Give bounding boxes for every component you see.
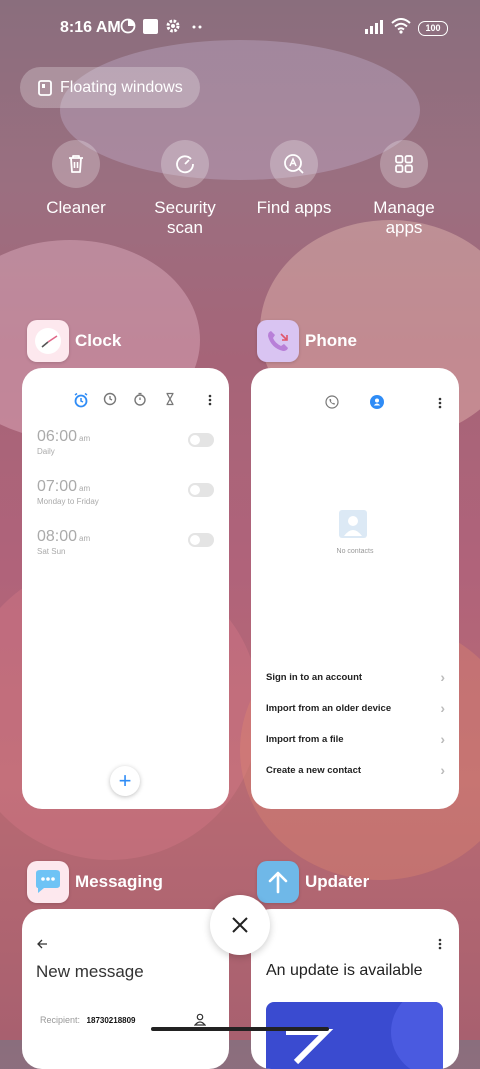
more-dots-icon (191, 20, 203, 38)
alarm-ampm: am (79, 434, 91, 443)
wifi-icon (391, 18, 411, 39)
clock-app-header[interactable]: Clock (27, 320, 121, 362)
status-time: 8:16 AM (60, 19, 121, 36)
alarm-tab-icon[interactable] (73, 392, 89, 413)
alarm-toggle[interactable] (188, 483, 214, 497)
updater-app-header[interactable]: Updater (257, 861, 369, 903)
recipient-value: 18730218809 (86, 1016, 136, 1025)
contacts-tab-icon[interactable] (370, 395, 384, 414)
update-headline: An update is available (266, 962, 423, 979)
manage-apps-button[interactable]: Manage apps (354, 140, 454, 238)
data-saver-icon (120, 18, 136, 39)
floating-windows-button[interactable]: Floating windows (20, 67, 200, 108)
recipient-label: Recipient: (40, 1015, 81, 1025)
alarm-repeat: Monday to Friday (37, 497, 99, 506)
create-contact-option[interactable]: Create a new contact › (266, 762, 445, 785)
security-scan-icon (161, 140, 209, 188)
battery-indicator: 100 (418, 21, 448, 36)
alarm-row[interactable]: 07:00 am Monday to Friday (37, 478, 214, 518)
chevron-right-icon: › (440, 731, 445, 747)
option-label: Import from a file (266, 734, 344, 745)
updater-more-icon[interactable] (437, 937, 443, 956)
find-apps-label: Find apps (256, 198, 332, 217)
find-apps-button[interactable]: Find apps (244, 140, 344, 218)
alarm-row[interactable]: 08:00 am Sat Sun (37, 528, 214, 568)
messaging-app-icon (27, 861, 69, 903)
option-label: Sign in to an account (266, 672, 363, 683)
messaging-app-header[interactable]: Messaging (27, 861, 163, 903)
recipient-field[interactable]: Recipient: 18730218809 (40, 1015, 136, 1025)
sign-in-account-option[interactable]: Sign in to an account › (266, 669, 445, 692)
alarm-toggle[interactable] (188, 533, 214, 547)
update-banner (266, 1002, 443, 1069)
chevron-right-icon: › (440, 700, 445, 716)
grid-icon (380, 140, 428, 188)
alarm-ampm: am (79, 534, 91, 543)
find-apps-icon (270, 140, 318, 188)
clock-app-name: Clock (75, 331, 122, 350)
messaging-app-card[interactable]: New message Recipient: 18730218809 (22, 909, 229, 1069)
phone-app-header[interactable]: Phone (257, 320, 357, 362)
home-gesture-bar[interactable] (151, 1027, 329, 1031)
option-label: Import from an older device (266, 703, 392, 714)
recents-tab-icon[interactable] (325, 395, 339, 414)
phone-app-icon (257, 320, 299, 362)
close-icon (231, 916, 249, 934)
new-message-title: New message (36, 962, 144, 981)
clock-tab-row (22, 392, 229, 412)
updater-app-name: Updater (305, 872, 370, 891)
import-file-option[interactable]: Import from a file › (266, 731, 445, 754)
notification-square-icon (143, 19, 158, 39)
phone-app-name: Phone (305, 331, 357, 350)
timer-tab-icon[interactable] (163, 392, 177, 411)
security-scan-label: Security scan (154, 198, 216, 237)
phone-app-card[interactable]: No contacts Sign in to an account › Impo… (251, 368, 459, 809)
alarm-time: 06:00 (37, 428, 78, 445)
manage-apps-label: Manage apps (373, 198, 435, 237)
trash-icon (52, 140, 100, 188)
settings-gear-icon (165, 18, 181, 39)
empty-contacts-icon (339, 510, 367, 543)
floating-windows-label: Floating windows (60, 78, 183, 96)
alarm-ampm: am (79, 484, 91, 493)
clock-app-card[interactable]: 06:00 am Daily 07:00 am Monday to Friday 0… (22, 368, 229, 809)
cleaner-button[interactable]: Cleaner (26, 140, 126, 218)
chevron-right-icon: › (440, 762, 445, 778)
world-clock-tab-icon[interactable] (103, 392, 117, 411)
messaging-app-name: Messaging (75, 872, 163, 891)
back-arrow-icon[interactable] (36, 937, 48, 955)
import-older-device-option[interactable]: Import from an older device › (266, 700, 445, 723)
add-alarm-button[interactable]: + (110, 766, 140, 796)
clock-more-icon[interactable] (207, 393, 213, 412)
signal-icon (364, 19, 386, 40)
status-bar: 8:16 AM 100 (0, 0, 480, 56)
no-contacts-text: No contacts (336, 548, 374, 555)
security-scan-button[interactable]: Security scan (135, 140, 235, 238)
stopwatch-tab-icon[interactable] (133, 392, 147, 411)
alarm-time: 08:00 (37, 528, 78, 545)
updater-app-icon (257, 861, 299, 903)
alarm-row[interactable]: 06:00 am Daily (37, 428, 214, 468)
phone-more-icon[interactable] (437, 396, 443, 415)
floating-window-icon (38, 79, 52, 96)
alarm-repeat: Sat Sun (37, 547, 66, 556)
chevron-right-icon: › (440, 669, 445, 685)
cleaner-label: Cleaner (46, 198, 106, 217)
updater-app-card[interactable]: An update is available (251, 909, 459, 1069)
alarm-toggle[interactable] (188, 433, 214, 447)
clock-app-icon (27, 320, 69, 362)
alarm-repeat: Daily (37, 447, 55, 456)
alarm-time: 07:00 (37, 478, 78, 495)
option-label: Create a new contact (266, 765, 362, 776)
clear-all-button[interactable] (210, 895, 270, 955)
